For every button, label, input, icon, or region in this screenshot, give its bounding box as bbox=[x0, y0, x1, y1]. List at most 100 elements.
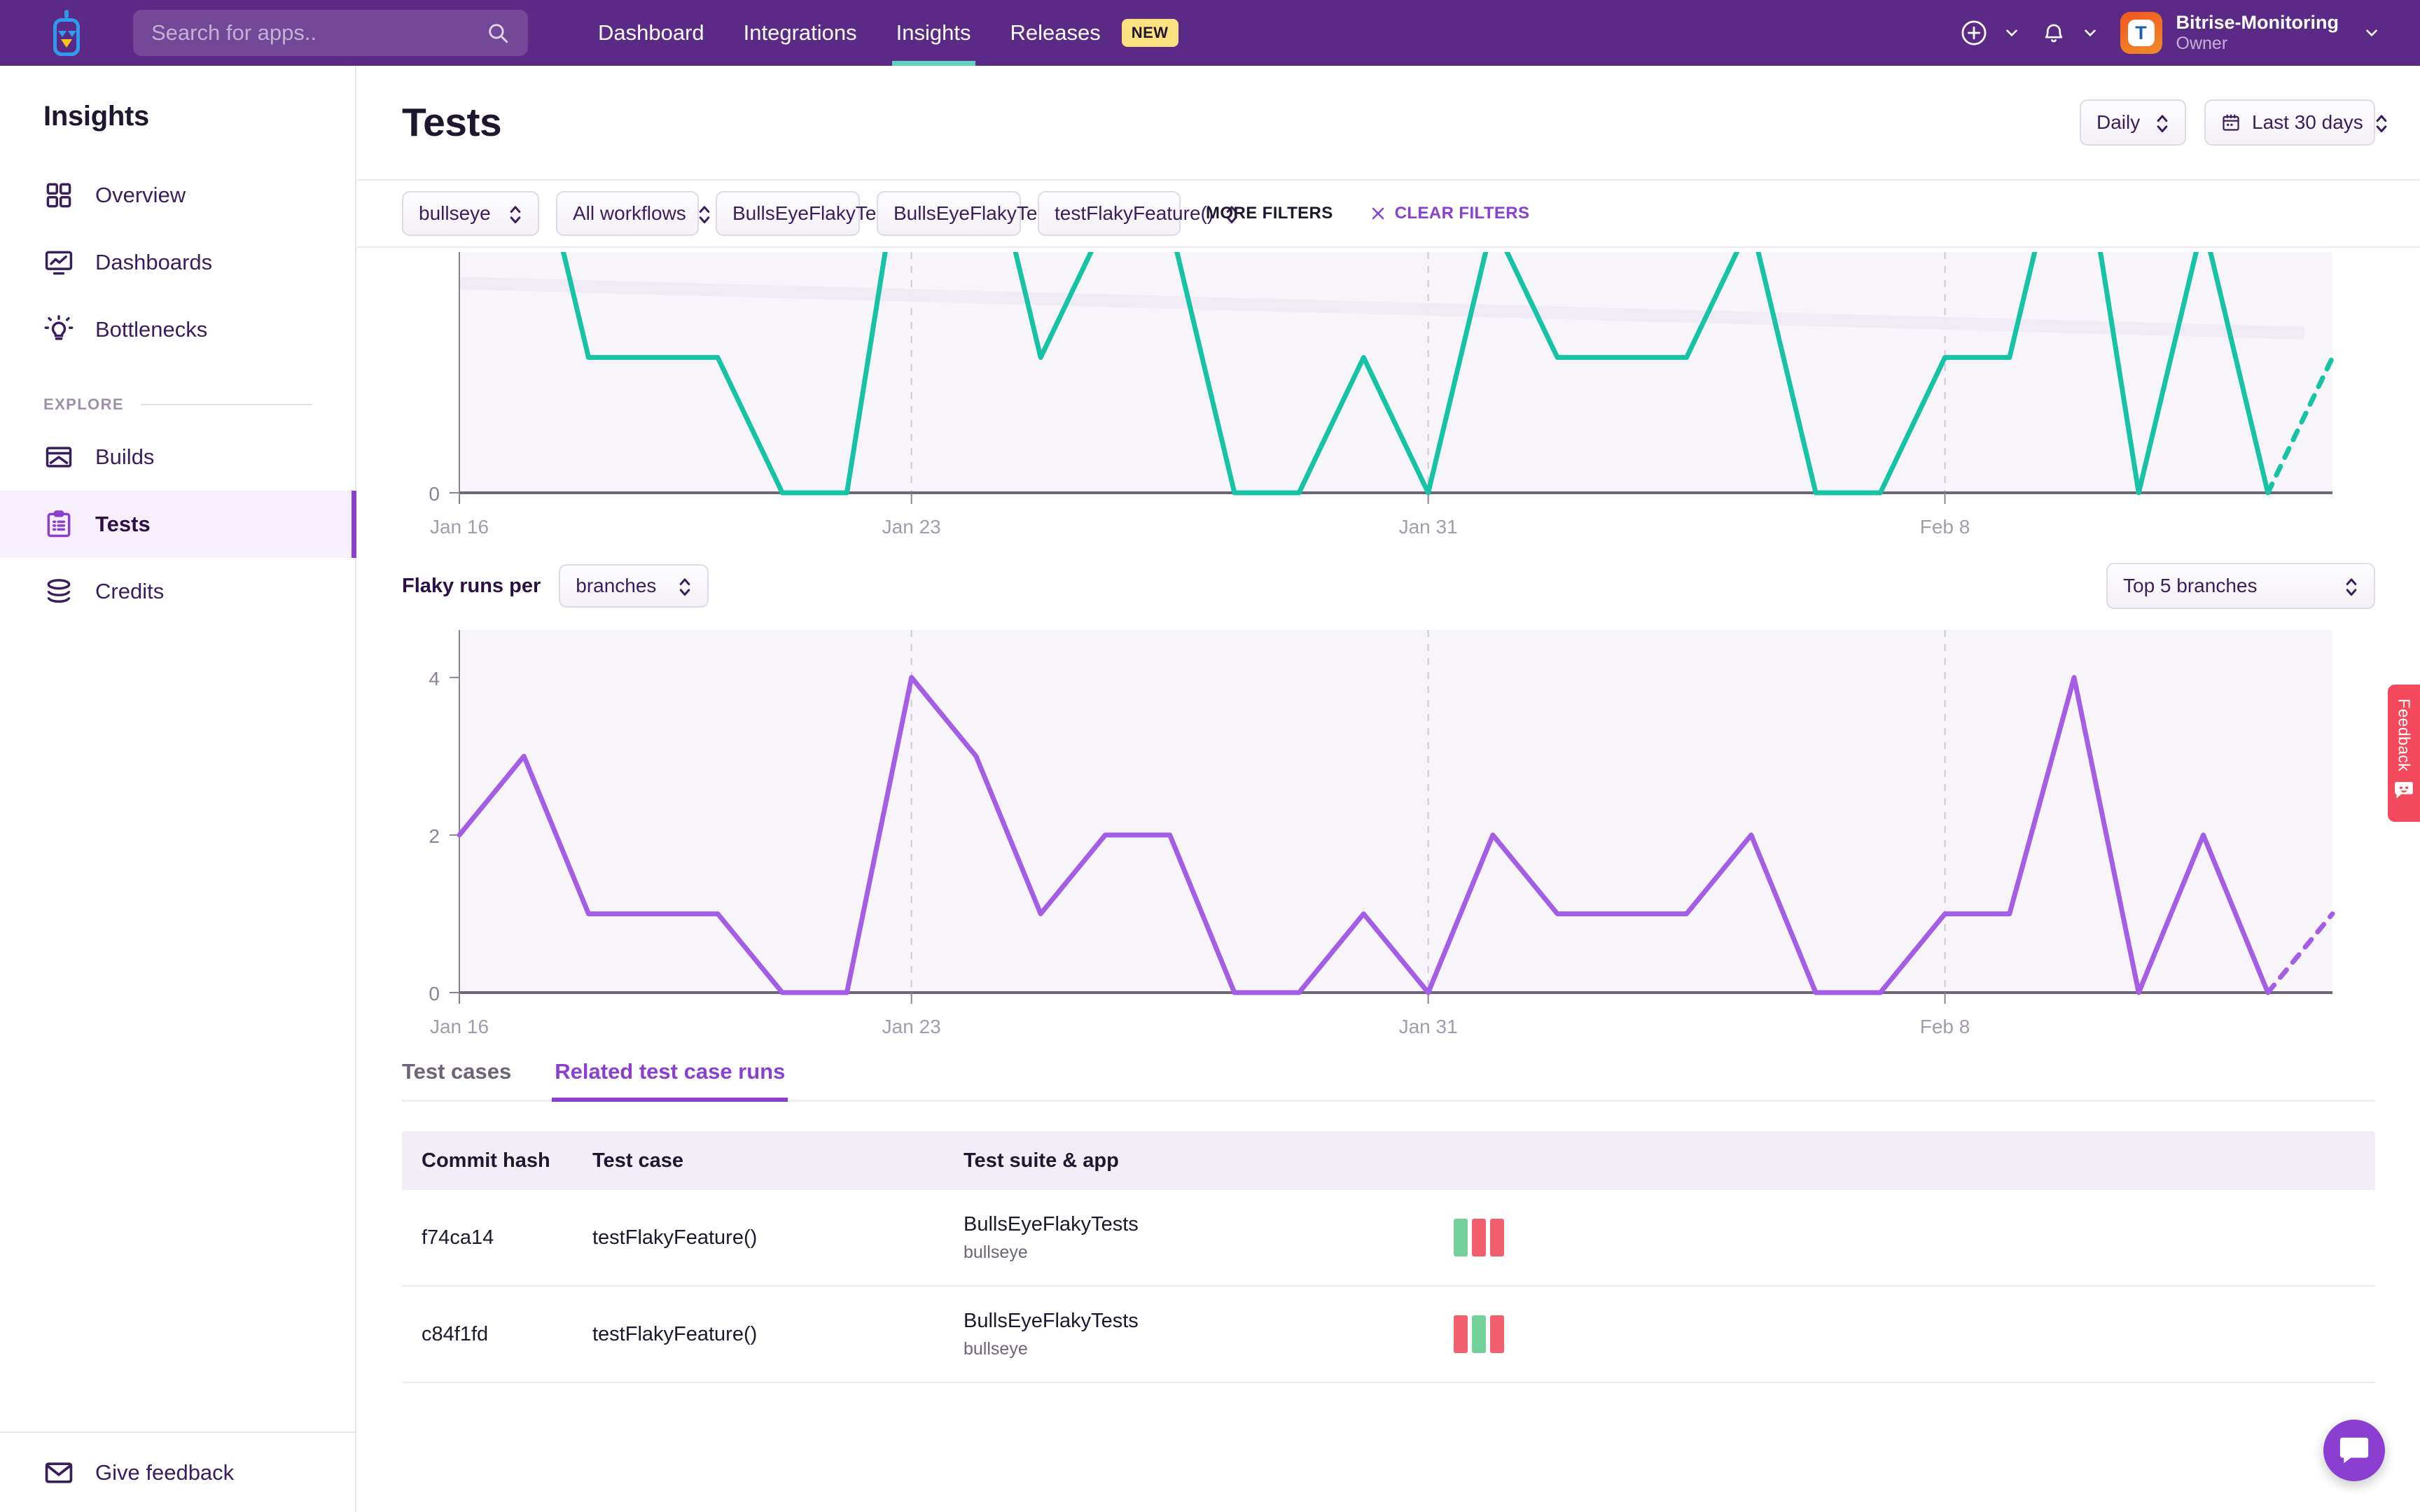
table-row[interactable]: c84f1fd testFlakyFeature() BullsEyeFlaky… bbox=[402, 1287, 2375, 1383]
table-row[interactable]: f74ca14 testFlakyFeature() BullsEyeFlaky… bbox=[402, 1190, 2375, 1287]
run-result-bar bbox=[1454, 1219, 1468, 1256]
org-name: Bitrise-Monitoring bbox=[2176, 12, 2339, 34]
svg-text:4: 4 bbox=[429, 668, 440, 690]
grid-icon bbox=[43, 180, 74, 211]
flaky-runs-per-label: Flaky runs per bbox=[402, 574, 541, 597]
chevron-updown-icon bbox=[2374, 112, 2388, 133]
test-case-filter-select[interactable]: testFlakyFeature() bbox=[1038, 191, 1237, 236]
clear-filters-label: CLEAR FILTERS bbox=[1394, 204, 1530, 223]
granularity-select[interactable]: Daily bbox=[2080, 99, 2186, 146]
chevron-updown-icon bbox=[2155, 112, 2169, 133]
date-range-value: Last 30 days bbox=[2252, 111, 2363, 133]
feedback-side-tab[interactable]: Feedback bbox=[2388, 685, 2420, 822]
logo-body bbox=[53, 18, 80, 56]
main-nav: Dashboard Integrations Insights Releases… bbox=[578, 0, 1178, 66]
chevron-updown-icon bbox=[678, 575, 692, 596]
column-header-test-case: Test case bbox=[592, 1149, 684, 1172]
svg-text:2: 2 bbox=[429, 825, 440, 847]
chat-smile-icon bbox=[2394, 781, 2414, 799]
add-new-button[interactable] bbox=[1955, 18, 1993, 48]
logo-antenna bbox=[64, 10, 69, 18]
org-avatar-inner: T bbox=[2127, 20, 2155, 46]
calendar-icon bbox=[2221, 113, 2241, 132]
search-icon[interactable] bbox=[486, 21, 510, 45]
monitor-chart-icon bbox=[43, 247, 74, 278]
top-navigation-bar: Dashboard Integrations Insights Releases… bbox=[0, 0, 2420, 66]
sidebar-item-label: Dashboards bbox=[95, 250, 213, 274]
app-name: bullseye bbox=[964, 1242, 1028, 1262]
tab-related-test-case-runs[interactable]: Related test case runs bbox=[552, 1059, 788, 1102]
nav-item-releases[interactable]: Releases bbox=[991, 0, 1120, 66]
flaky-test-runs-chart[interactable]: 02Jan 16Jan 23Jan 31Feb 8 bbox=[402, 248, 2374, 542]
filter-bar: bullseye All workflows BullsEyeFlakyTest… bbox=[358, 179, 2420, 248]
intercom-chat-icon bbox=[2338, 1434, 2370, 1466]
date-range-select[interactable]: Last 30 days bbox=[2204, 99, 2387, 146]
sidebar-item-tests[interactable]: Tests bbox=[0, 491, 356, 558]
org-role: Owner bbox=[2176, 34, 2228, 54]
chat-bubble-button[interactable] bbox=[2323, 1420, 2385, 1481]
more-filters-button[interactable]: MORE FILTERS bbox=[1206, 204, 1333, 223]
workflow-filter-select[interactable]: All workflows bbox=[556, 191, 710, 236]
app-name: bullseye bbox=[964, 1338, 1028, 1359]
svg-text:Feb 8: Feb 8 bbox=[1920, 1016, 1970, 1037]
flaky-runs-per-branches-chart-block: 0 2 4 Jan 16 Jan 23 Jan 31 Feb 8 bbox=[358, 622, 2420, 1042]
svg-text:0: 0 bbox=[429, 483, 440, 505]
scroll-area[interactable]: 0 2 Jan 16 Jan 23 Jan 31 Feb 8 Flaky runs per… bbox=[358, 248, 2420, 1511]
sidebar-item-label: Tests bbox=[95, 512, 151, 536]
svg-text:Jan 31: Jan 31 bbox=[1399, 1016, 1458, 1037]
notifications-chevron-down-icon[interactable] bbox=[2081, 24, 2099, 42]
bitrise-logo bbox=[48, 10, 85, 56]
nav-item-insights[interactable]: Insights bbox=[877, 0, 991, 66]
main-content: Tests Daily Last 30 days bullseye All wo… bbox=[358, 66, 2420, 1512]
top-right-actions: T Bitrise-Monitoring Owner bbox=[1955, 0, 2396, 66]
nav-item-dashboard[interactable]: Dashboard bbox=[578, 0, 724, 66]
give-feedback-button[interactable]: Give feedback bbox=[0, 1432, 356, 1512]
nav-item-integrations[interactable]: Integrations bbox=[724, 0, 877, 66]
cell-test-case: testFlakyFeature() bbox=[592, 1226, 758, 1249]
run-result-bars bbox=[1454, 1315, 2375, 1353]
org-switcher[interactable]: T Bitrise-Monitoring Owner bbox=[2115, 12, 2396, 54]
app-filter-select[interactable]: bullseye bbox=[402, 191, 539, 236]
flaky-runs-per-select[interactable]: branches bbox=[559, 564, 709, 608]
lightbulb-icon bbox=[43, 314, 74, 345]
app-root: Dashboard Integrations Insights Releases… bbox=[0, 0, 2420, 1512]
explore-divider bbox=[140, 404, 312, 405]
page-header: Tests Daily Last 30 days bbox=[358, 66, 2420, 179]
clear-filters-button[interactable]: CLEAR FILTERS bbox=[1370, 204, 1530, 223]
org-chevron-down-icon[interactable] bbox=[2363, 24, 2381, 42]
test-suite-filter-select[interactable]: BullsEyeFlakyTests bbox=[716, 191, 925, 236]
top-branches-select[interactable]: Top 5 branches bbox=[2106, 563, 2375, 609]
cell-run-results bbox=[1454, 1315, 2375, 1353]
sidebar-item-label: Bottlenecks bbox=[95, 317, 208, 342]
sidebar-item-overview[interactable]: Overview bbox=[0, 162, 355, 229]
column-header-commit-hash: Commit hash bbox=[422, 1149, 550, 1172]
clipboard-list-icon bbox=[43, 509, 74, 540]
sidebar-item-builds[interactable]: Builds bbox=[0, 424, 355, 491]
run-result-bars bbox=[1454, 1219, 2375, 1256]
chevron-updown-icon bbox=[508, 203, 522, 224]
test-suite-secondary-filter-select[interactable]: BullsEyeFlakyTests bbox=[877, 191, 1086, 236]
sidebar-item-label: Builds bbox=[95, 444, 155, 469]
search-box[interactable] bbox=[133, 10, 528, 56]
logo-container[interactable] bbox=[0, 10, 133, 56]
svg-text:Jan 31: Jan 31 bbox=[1399, 516, 1458, 538]
add-new-chevron-down-icon[interactable] bbox=[2003, 24, 2021, 42]
explore-section-header: EXPLORE bbox=[0, 363, 355, 424]
sidebar-item-label: Credits bbox=[95, 579, 165, 603]
sidebar-item-dashboards[interactable]: Dashboards bbox=[0, 229, 355, 296]
column-header-test-suite-app: Test suite & app bbox=[964, 1149, 1119, 1172]
test-suite-filter-value: BullsEyeFlakyTests bbox=[732, 202, 902, 224]
sidebar-item-credits[interactable]: Credits bbox=[0, 558, 355, 625]
notifications-bell-icon[interactable] bbox=[2036, 20, 2071, 46]
search-input[interactable] bbox=[151, 20, 486, 46]
svg-text:Feb 8: Feb 8 bbox=[1920, 516, 1970, 538]
cell-test-suite-app: BullsEyeFlakyTests bullseye bbox=[964, 1213, 1454, 1263]
close-icon bbox=[1370, 205, 1386, 222]
org-avatar: T bbox=[2120, 12, 2162, 54]
run-result-bar bbox=[1472, 1315, 1486, 1353]
svg-text:Jan 16: Jan 16 bbox=[430, 1016, 489, 1037]
sidebar-item-bottlenecks[interactable]: Bottlenecks bbox=[0, 296, 355, 363]
tab-test-cases[interactable]: Test cases bbox=[402, 1059, 511, 1100]
flaky-runs-per-branches-chart[interactable]: 0 2 4 Jan 16 Jan 23 Jan 31 Feb 8 bbox=[402, 622, 2374, 1042]
page-title: Tests bbox=[402, 100, 502, 145]
